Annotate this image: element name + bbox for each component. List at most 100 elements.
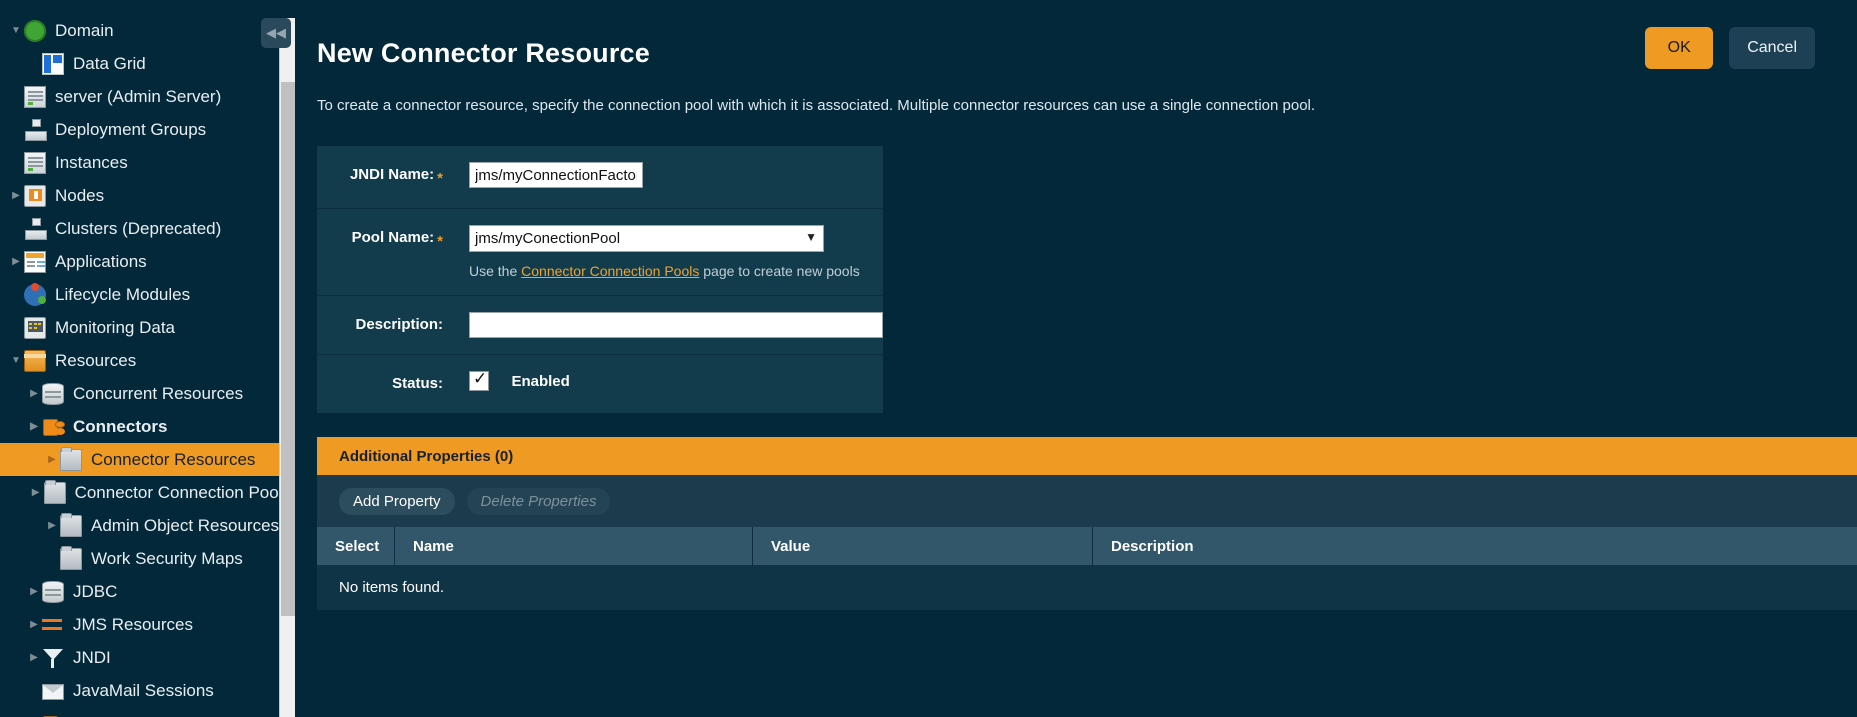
glassfish-admin-console: ▼ DomainData Gridserver (Admin Server)Dep… (0, 0, 1857, 717)
page-header: New Connector Resource OK Cancel (295, 0, 1857, 69)
sidebar-item-monitoring-data[interactable]: Monitoring Data (0, 311, 295, 344)
add-property-button[interactable]: Add Property (339, 488, 455, 515)
chevron-right-icon[interactable]: ▶ (44, 443, 60, 476)
jndi-name-label-text: JNDI Name: (350, 166, 434, 183)
additional-properties-banner: Additional Properties (0) (317, 437, 1857, 475)
page-action-buttons: OK Cancel (1645, 27, 1815, 69)
jndi-name-input[interactable] (469, 162, 643, 188)
pool-name-control: jms/myConectionPool ▼ Use the Connector … (469, 225, 860, 279)
page-description: To create a connector resource, specify … (317, 97, 1857, 114)
chevron-right-icon[interactable]: ▶ (26, 377, 42, 410)
chevron-right-icon[interactable]: ▶ (26, 608, 42, 641)
required-marker: * (437, 170, 443, 187)
sidebar-item-admin-object-resources[interactable]: ▶Admin Object Resources (0, 509, 295, 542)
sidebar-item-concurrent-resources[interactable]: ▶ Concurrent Resources (0, 377, 295, 410)
scrollbar-thumb[interactable] (281, 82, 295, 616)
sidebar-item-label: JDBC (73, 575, 117, 608)
sidebar-item-label: Concurrent Resources (73, 377, 243, 410)
sidebar-item-label: Work Security Maps (91, 542, 243, 575)
sidebar-item-label: Domain (55, 14, 114, 47)
chevron-right-icon[interactable]: ▶ (28, 476, 44, 509)
sidebar-item-label: server (Admin Server) (55, 80, 221, 113)
sidebar-item-label: Connectors (73, 410, 167, 443)
sidebar-item-applications[interactable]: ▶ Applications (0, 245, 295, 278)
sidebar-item-resources[interactable]: ▼Resources (0, 344, 295, 377)
chevron-down-icon[interactable]: ▼ (8, 344, 24, 377)
sidebar-item-connectors[interactable]: ▶ Connectors (0, 410, 295, 443)
required-marker: * (437, 233, 443, 250)
sidebar-item-domain[interactable]: ▼ Domain (0, 14, 295, 47)
delete-properties-button: Delete Properties (467, 488, 611, 515)
sidebar-item-work-security-maps[interactable]: Work Security Maps (0, 542, 295, 575)
double-chevron-left-icon: ◀◀ (266, 25, 286, 41)
sidebar-item-clusters-deprecated[interactable]: Clusters (Deprecated) (0, 212, 295, 245)
enabled-checkbox[interactable] (469, 371, 489, 391)
sidebar-item-jndi[interactable]: ▶ JNDI (0, 641, 295, 674)
description-input[interactable] (469, 312, 883, 338)
connector-icon (42, 713, 64, 717)
chevron-right-icon[interactable]: ▶ (44, 509, 60, 542)
sidebar-item-deployment-groups[interactable]: Deployment Groups (0, 113, 295, 146)
connector-icon (42, 416, 64, 438)
chevron-down-icon[interactable]: ▼ (805, 230, 817, 244)
status-control: Enabled (469, 371, 570, 391)
server-icon (24, 152, 46, 174)
ok-button[interactable]: OK (1645, 27, 1713, 69)
lifecycle-icon (24, 284, 46, 306)
sidebar-item-jms-resources[interactable]: ▶ JMS Resources (0, 608, 295, 641)
table-empty-message: No items found. (317, 565, 1857, 610)
hint-prefix: Use the (469, 263, 521, 279)
jndi-icon (42, 647, 64, 669)
description-label: Description: (339, 312, 447, 338)
sidebar-item-label: Deployment Groups (55, 113, 206, 146)
sidebar-item-resource-adapter-configs[interactable]: ▶Resource Adapter Configs (0, 707, 295, 717)
chevron-right-icon[interactable]: ▶ (26, 575, 42, 608)
sidebar-item-data-grid[interactable]: Data Grid (0, 47, 295, 80)
field-row-pool-name: Pool Name:* jms/myConectionPool ▼ Use th… (317, 209, 883, 296)
column-header-name[interactable]: Name (395, 527, 753, 565)
cancel-button[interactable]: Cancel (1729, 27, 1815, 69)
sidebar-item-connector-resources[interactable]: ▶Connector Resources (0, 443, 295, 476)
sidebar-item-label: JMS Resources (73, 608, 193, 641)
sidebar-item-nodes[interactable]: ▶Nodes (0, 179, 295, 212)
twisty-placeholder (8, 146, 24, 179)
sidebar-item-label: Monitoring Data (55, 311, 175, 344)
column-header-select[interactable]: Select (317, 527, 395, 565)
status-label: Status: (339, 371, 447, 397)
enabled-checkbox-label: Enabled (511, 373, 569, 390)
sidebar-item-jdbc[interactable]: ▶ JDBC (0, 575, 295, 608)
server-icon (24, 86, 46, 108)
chevron-right-icon[interactable]: ▶ (8, 179, 24, 212)
sidebar-item-lifecycle-modules[interactable]: Lifecycle Modules (0, 278, 295, 311)
pool-name-label-text: Pool Name: (352, 229, 435, 246)
connector-resource-form: JNDI Name:* Pool Name:* jms/myConectionP… (317, 146, 883, 413)
column-header-value[interactable]: Value (753, 527, 1093, 565)
chevron-right-icon[interactable]: ▶ (26, 641, 42, 674)
sidebar-item-connector-connection-pools[interactable]: ▶Connector Connection Pools (0, 476, 295, 509)
chevron-down-icon[interactable]: ▼ (8, 14, 24, 47)
field-row-status: Status: Enabled (317, 355, 883, 413)
chevron-right-icon[interactable]: ▶ (8, 245, 24, 278)
twisty-placeholder (8, 278, 24, 311)
sidebar-scrollbar[interactable]: ▲ (279, 18, 295, 717)
sidebar-item-label: Applications (55, 245, 147, 278)
monitor-icon (24, 317, 46, 339)
sidebar-item-instances[interactable]: Instances (0, 146, 295, 179)
cluster-icon (24, 119, 46, 141)
sidebar-item-javamail-sessions[interactable]: JavaMail Sessions (0, 674, 295, 707)
sidebar-item-server-admin-server[interactable]: server (Admin Server) (0, 80, 295, 113)
application-icon (24, 251, 46, 273)
sidebar-item-label: Clusters (Deprecated) (55, 212, 221, 245)
column-header-description[interactable]: Description (1093, 527, 1857, 565)
twisty-placeholder (8, 212, 24, 245)
pool-name-label: Pool Name:* (339, 225, 447, 255)
connector-connection-pools-link[interactable]: Connector Connection Pools (521, 263, 699, 279)
description-control (469, 312, 883, 338)
collapse-sidebar-button[interactable]: ◀◀ (261, 18, 291, 48)
pool-name-select[interactable]: jms/myConectionPool (469, 225, 824, 252)
chevron-right-icon[interactable]: ▶ (26, 410, 42, 443)
sidebar-item-label: JNDI (73, 641, 111, 674)
jndi-name-label: JNDI Name:* (339, 162, 447, 192)
chevron-right-icon[interactable]: ▶ (26, 707, 42, 717)
cluster-icon (24, 218, 46, 240)
